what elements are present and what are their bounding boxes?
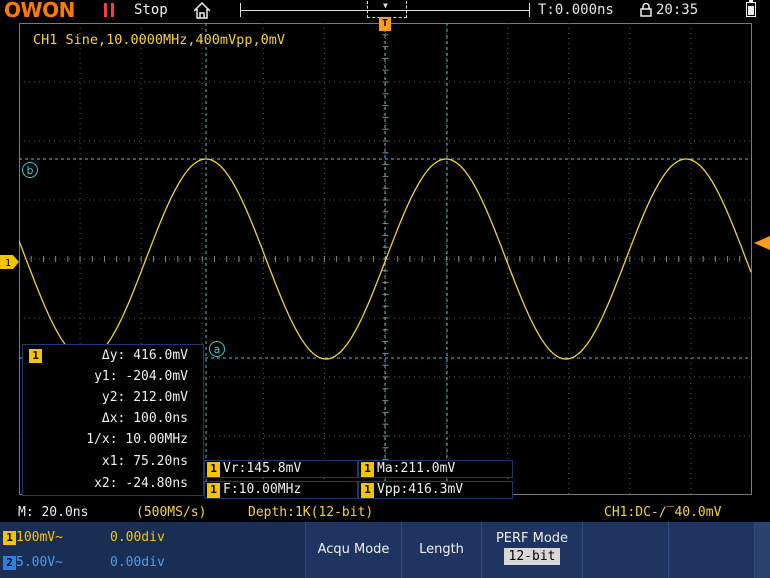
sample-rate-label: (500MS/s): [136, 505, 207, 520]
svg-text:1: 1: [5, 258, 11, 269]
menu-slot-6[interactable]: [668, 522, 754, 578]
home-icon[interactable]: [193, 2, 211, 19]
trigger-level-marker[interactable]: [754, 236, 770, 250]
trigger-status-label[interactable]: CH1:DC-∕‾40.0mV: [604, 505, 721, 520]
cursor-b-marker[interactable]: b: [22, 162, 38, 178]
trigger-time-label: T:0.000ns: [538, 2, 614, 18]
bottom-menu: 1 100mV~ 0.00div 2 5.00V~ 0.00div Acqu Mod…: [0, 522, 770, 578]
ch1-offset-marker[interactable]: 1: [0, 255, 19, 269]
lock-icon: [640, 3, 652, 17]
perf-mode-button[interactable]: PERF Mode 12-bit: [481, 522, 582, 578]
battery-icon: [746, 0, 756, 17]
trigger-position-marker[interactable]: T: [379, 17, 391, 31]
perf-mode-label: PERF Mode: [495, 531, 569, 546]
clock-display: 20:35: [656, 2, 699, 18]
cursor-a-marker[interactable]: a: [209, 341, 225, 357]
menu-scroll[interactable]: [754, 522, 770, 578]
measure-frequency: 1 F:10.00MHz: [204, 481, 358, 499]
length-button[interactable]: Length: [401, 522, 481, 578]
timebase-label[interactable]: M: 20.0ns: [18, 505, 88, 520]
run-state-label[interactable]: Stop: [134, 2, 168, 18]
inverse-x-row: 1/x: 10.00MHz: [86, 432, 188, 447]
owon-logo: OWON: [4, 0, 75, 22]
pause-icon[interactable]: [104, 3, 114, 17]
x1-row: x1: 75.20ns: [101, 454, 188, 469]
measure-max: 1 Ma:211.0mV: [358, 460, 513, 478]
perf-mode-value: 12-bit: [503, 548, 561, 565]
x2-row: x2: -24.80ns: [94, 476, 188, 491]
ch1-settings[interactable]: 1 100mV~ 0.00div: [0, 530, 165, 545]
trigger-position-icon: ▼: [383, 1, 388, 10]
depth-label: Depth:1K(12-bit): [248, 505, 374, 520]
ch2-settings[interactable]: 2 5.00V~ 0.00div: [0, 555, 165, 570]
menu-slot-5[interactable]: [582, 522, 668, 578]
delta-x-row: Δx: 100.0ns: [101, 411, 188, 426]
y2-row: y2: 212.0mV: [101, 390, 188, 405]
y1-row: y1: -204.0mV: [94, 369, 188, 384]
cursor-measurement-panel: 1 Δy: 416.0mV y1: -204.0mV y2: 212.0mV Δ…: [22, 344, 204, 496]
status-line: M: 20.0ns (500MS/s) Depth:1K(12-bit) CH1…: [0, 505, 770, 522]
measure-vr: 1 Vr:145.8mV: [204, 460, 358, 478]
channel-info-label: CH1 Sine,10.0000MHz,400mVpp,0mV: [33, 32, 285, 48]
delta-y-row: Δy: 416.0mV: [101, 348, 188, 363]
measure-vpp: 1 Vpp:416.3mV: [358, 481, 513, 499]
acqu-mode-button[interactable]: Acqu Mode: [305, 522, 401, 578]
